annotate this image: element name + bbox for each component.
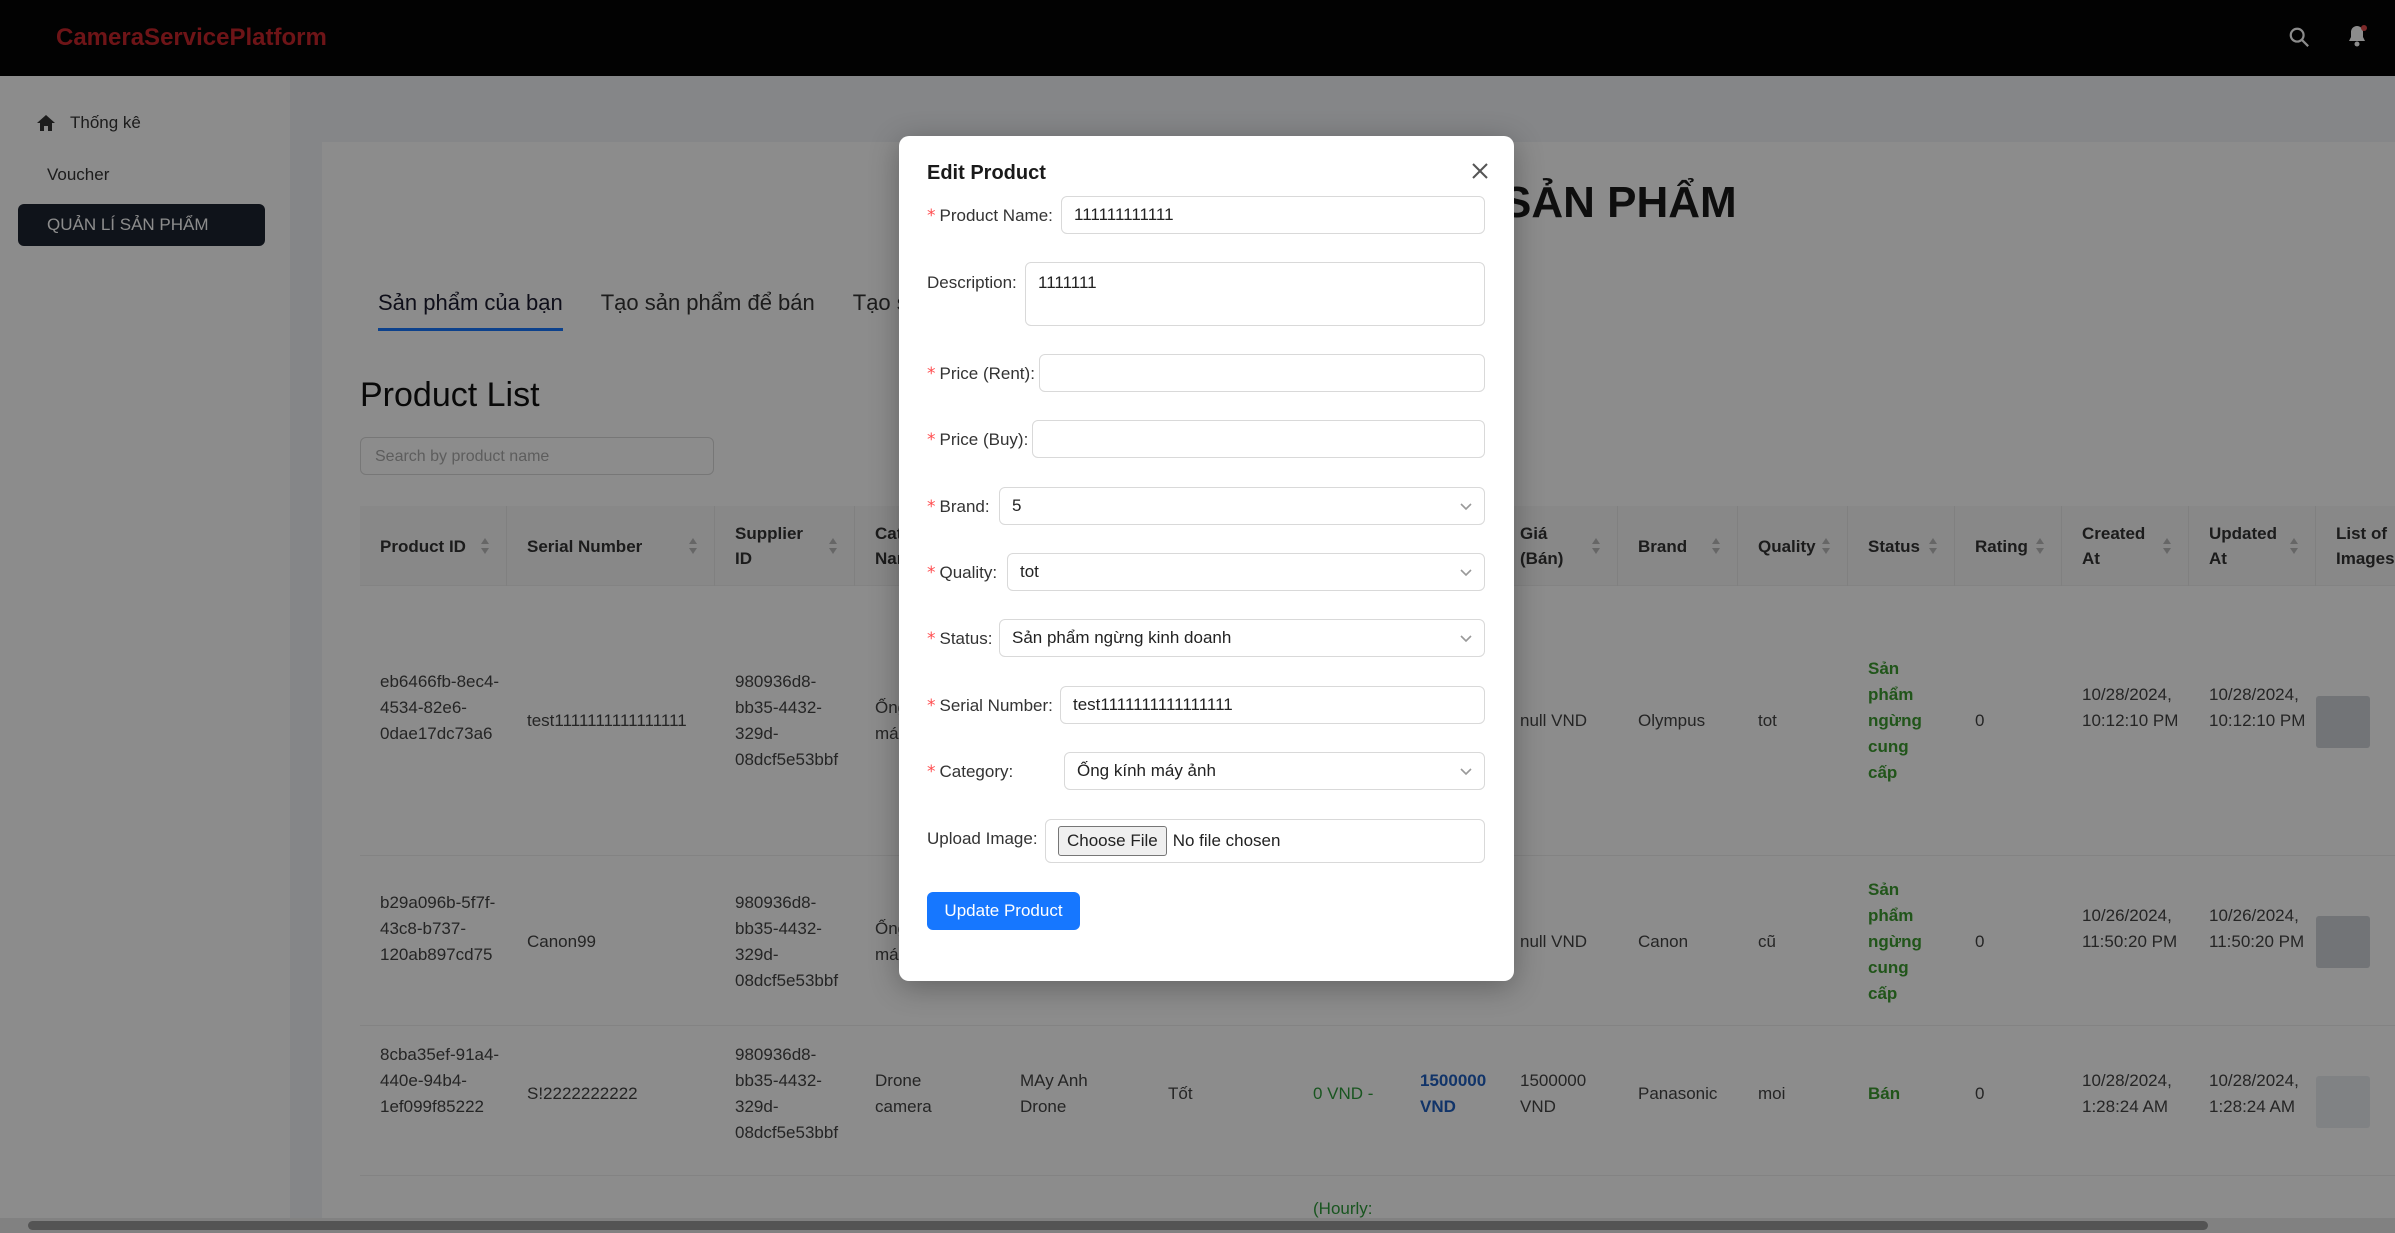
- serial-number-label: * Serial Number:: [927, 696, 1053, 716]
- status-select[interactable]: Sản phẩm ngừng kinh doanh: [999, 619, 1485, 657]
- status-label: * Status:: [927, 629, 993, 649]
- close-icon[interactable]: [1469, 160, 1491, 182]
- category-label: * Category:: [927, 762, 1014, 782]
- price-buy-label: * Price (Buy):: [927, 430, 1029, 450]
- quality-select[interactable]: tot: [1007, 553, 1485, 591]
- product-name-label: * Product Name:: [927, 206, 1053, 226]
- price-rent-input[interactable]: [1039, 354, 1485, 392]
- brand-select[interactable]: 5: [999, 487, 1485, 525]
- serial-number-input[interactable]: test1111111111111111: [1060, 686, 1485, 724]
- choose-file-button[interactable]: Choose File: [1058, 826, 1167, 856]
- quality-label: * Quality:: [927, 563, 998, 583]
- description-textarea[interactable]: 1111111: [1025, 262, 1485, 326]
- upload-image-input[interactable]: Choose File No file chosen: [1045, 819, 1485, 863]
- product-name-input[interactable]: 111111111111: [1061, 196, 1485, 234]
- upload-image-label: Upload Image:: [927, 829, 1038, 848]
- quality-select-value: tot: [1020, 562, 1039, 581]
- chevron-down-icon: [1460, 569, 1472, 577]
- edit-product-modal: Edit Product * Product Name: 111111111111…: [899, 136, 1514, 981]
- modal-title: Edit Product: [927, 162, 1046, 184]
- category-select[interactable]: Ống kính máy ảnh: [1064, 752, 1485, 790]
- price-rent-label: * Price (Rent):: [927, 364, 1035, 384]
- description-label: Description:: [927, 273, 1017, 292]
- price-buy-input[interactable]: [1032, 420, 1485, 458]
- no-file-text: No file chosen: [1172, 831, 1281, 850]
- status-select-value: Sản phẩm ngừng kinh doanh: [1012, 628, 1232, 647]
- update-product-button[interactable]: Update Product: [927, 892, 1080, 930]
- brand-label: * Brand:: [927, 497, 990, 517]
- chevron-down-icon: [1460, 768, 1472, 776]
- chevron-down-icon: [1460, 635, 1472, 643]
- category-select-value: Ống kính máy ảnh: [1077, 761, 1216, 780]
- brand-select-value: 5: [1012, 496, 1022, 515]
- chevron-down-icon: [1460, 503, 1472, 511]
